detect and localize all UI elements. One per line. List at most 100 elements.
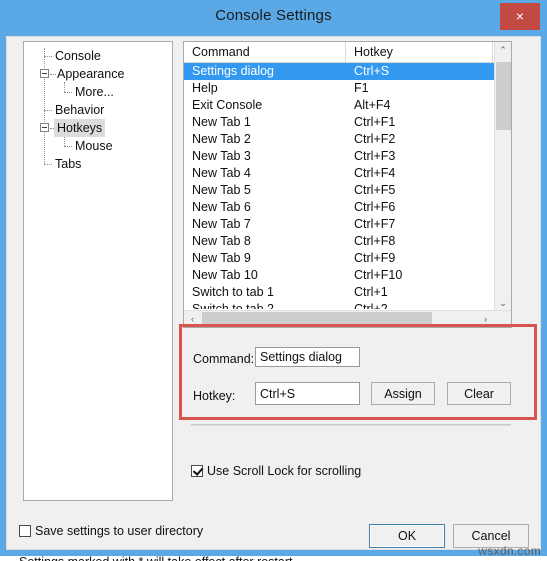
cell-hotkey: Ctrl+F7 <box>354 217 396 231</box>
tree-item-label: Behavior <box>55 103 105 117</box>
scroll-lock-checkbox-row[interactable]: Use Scroll Lock for scrolling <box>191 464 361 478</box>
cell-hotkey: Ctrl+F8 <box>354 234 396 248</box>
scroll-lock-checkbox[interactable] <box>191 465 203 477</box>
cell-hotkey: Ctrl+1 <box>354 285 388 299</box>
cell-command: New Tab 2 <box>192 132 251 146</box>
window-frame: Console Settings × Console Appearance Mo… <box>0 0 547 561</box>
scroll-left-icon[interactable]: ‹ <box>184 311 201 327</box>
clear-button[interactable]: Clear <box>447 382 511 405</box>
cell-command: Exit Console <box>192 98 263 112</box>
cell-command: Switch to tab 1 <box>192 285 274 299</box>
column-header-command[interactable]: Command <box>184 42 346 62</box>
vertical-scroll-thumb[interactable] <box>496 62 511 130</box>
horizontal-scroll-thumb[interactable] <box>202 312 432 326</box>
cell-hotkey: Ctrl+F10 <box>354 268 403 282</box>
table-row[interactable]: New Tab 9 Ctrl+F9 <box>184 250 495 267</box>
cell-command: New Tab 4 <box>192 166 251 180</box>
panel-separator <box>191 424 511 426</box>
command-field-label: Command: <box>193 352 255 366</box>
table-row[interactable]: Help F1 <box>184 80 495 97</box>
scroll-lock-label: Use Scroll Lock for scrolling <box>207 464 362 478</box>
cell-command: Settings dialog <box>192 64 275 78</box>
ok-button[interactable]: OK <box>369 524 445 548</box>
save-settings-checkbox-row[interactable]: Save settings to user directory <box>19 524 203 538</box>
table-row[interactable]: New Tab 8 Ctrl+F8 <box>184 233 495 250</box>
table-row[interactable]: Switch to tab 2 Ctrl+2 <box>184 301 495 309</box>
cell-command: New Tab 8 <box>192 234 251 248</box>
cell-command: New Tab 10 <box>192 268 258 282</box>
tree-connector-mouse <box>64 146 72 148</box>
cell-command: New Tab 1 <box>192 115 251 129</box>
table-row[interactable]: New Tab 2 Ctrl+F2 <box>184 131 495 148</box>
hotkey-field-label: Hotkey: <box>193 389 236 403</box>
scroll-up-icon[interactable]: ⌃ <box>495 42 511 59</box>
cell-hotkey: Ctrl+S <box>354 64 390 78</box>
tree-item-behavior[interactable]: Behavior <box>52 101 107 119</box>
cell-command: New Tab 5 <box>192 183 251 197</box>
command-input[interactable] <box>255 347 360 367</box>
table-row[interactable]: New Tab 3 Ctrl+F3 <box>184 148 495 165</box>
tree-item-label: Mouse <box>75 139 113 153</box>
tree-item-label: Appearance <box>57 67 125 81</box>
watermark: wsxdn.com <box>478 544 541 558</box>
table-row[interactable]: New Tab 10 Ctrl+F10 <box>184 267 495 284</box>
cell-hotkey: Ctrl+F9 <box>354 251 396 265</box>
list-header-row: Command Hotkey <box>184 42 511 63</box>
hotkeys-list[interactable]: Command Hotkey Settings dialog Ctrl+S Help… <box>183 41 512 328</box>
settings-tree[interactable]: Console Appearance More... Behavior Hotk… <box>23 41 173 501</box>
console-settings-window: Console Settings × Console Appearance Mo… <box>0 0 547 561</box>
tree-item-hotkeys[interactable]: Hotkeys <box>54 119 106 137</box>
tree-item-mouse[interactable]: Mouse <box>72 137 116 155</box>
column-header-hotkey[interactable]: Hotkey <box>346 42 493 62</box>
save-settings-checkbox[interactable] <box>19 525 31 537</box>
cell-hotkey: Ctrl+F1 <box>354 115 396 129</box>
tree-expander-hotkeys[interactable] <box>40 123 49 132</box>
cell-command: New Tab 7 <box>192 217 251 231</box>
tree-item-appearance[interactable]: Appearance <box>54 65 127 83</box>
cell-hotkey: Alt+F4 <box>354 98 391 112</box>
table-row[interactable]: New Tab 7 Ctrl+F7 <box>184 216 495 233</box>
cell-hotkey: Ctrl+F5 <box>354 183 396 197</box>
tree-connector-tabs <box>44 164 52 166</box>
dialog-client-area: Console Appearance More... Behavior Hotk… <box>6 36 541 561</box>
close-icon[interactable]: × <box>500 3 540 30</box>
table-row[interactable]: Settings dialog Ctrl+S <box>184 63 495 80</box>
table-row[interactable]: New Tab 1 Ctrl+F1 <box>184 114 495 131</box>
tree-expander-appearance[interactable] <box>40 69 49 78</box>
tree-connector-trunk <box>44 48 46 164</box>
tree-item-label: Tabs <box>55 157 82 171</box>
title-bar: Console Settings × <box>0 0 547 36</box>
save-settings-label: Save settings to user directory <box>35 524 204 538</box>
assign-button[interactable]: Assign <box>371 382 435 405</box>
hotkey-input[interactable] <box>255 382 360 405</box>
cell-command: New Tab 6 <box>192 200 251 214</box>
list-horizontal-scrollbar[interactable]: ‹ › <box>184 310 511 327</box>
cell-hotkey: Ctrl+F6 <box>354 200 396 214</box>
list-rows-container: Settings dialog Ctrl+S Help F1 Exit Console A… <box>184 63 495 309</box>
tree-item-more[interactable]: More... <box>72 83 117 101</box>
cell-hotkey: Ctrl+F4 <box>354 166 396 180</box>
scroll-right-icon[interactable]: › <box>477 311 494 327</box>
tree-connector-more <box>64 92 72 94</box>
hotkey-detail-panel: Command: Hotkey: Assign Clear <box>183 334 512 454</box>
cell-hotkey: Ctrl+F2 <box>354 132 396 146</box>
cell-hotkey: F1 <box>354 81 369 95</box>
table-row[interactable]: Switch to tab 1 Ctrl+1 <box>184 284 495 301</box>
table-row[interactable]: New Tab 6 Ctrl+F6 <box>184 199 495 216</box>
tree-connector-mouse-branch <box>64 136 66 146</box>
tree-item-console[interactable]: Console <box>52 47 104 65</box>
tree-connector-console <box>44 56 52 58</box>
list-vertical-scrollbar[interactable]: ⌃ ⌄ <box>494 42 511 312</box>
tree-item-tabs[interactable]: Tabs <box>52 155 84 173</box>
tree-connector-more-branch <box>64 82 66 92</box>
cell-command: New Tab 9 <box>192 251 251 265</box>
cell-command: New Tab 3 <box>192 149 251 163</box>
cell-command: Switch to tab 2 <box>192 302 274 309</box>
tree-item-label: More... <box>75 85 114 99</box>
cell-hotkey: Ctrl+F3 <box>354 149 396 163</box>
restart-note: Settings marked with * will take effect … <box>19 555 293 561</box>
table-row[interactable]: Exit Console Alt+F4 <box>184 97 495 114</box>
tree-item-label: Hotkeys <box>54 119 106 137</box>
table-row[interactable]: New Tab 5 Ctrl+F5 <box>184 182 495 199</box>
table-row[interactable]: New Tab 4 Ctrl+F4 <box>184 165 495 182</box>
